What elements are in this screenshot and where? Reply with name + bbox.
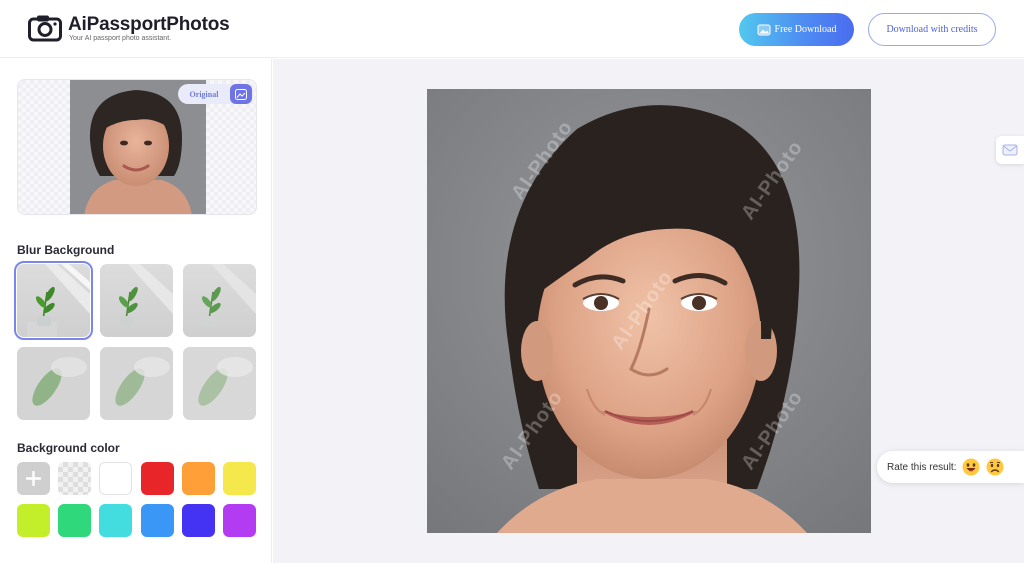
- happy-face-icon[interactable]: [962, 458, 980, 476]
- plus-icon: [26, 471, 41, 486]
- plant-thumbnail-icon: [118, 264, 173, 326]
- plant-thumbnail-icon: [27, 264, 90, 337]
- color-swatch-purple[interactable]: [223, 504, 256, 537]
- download-with-credits-button[interactable]: Download with credits: [868, 13, 996, 46]
- brand-tagline: Your AI passport photo assistant.: [69, 35, 172, 42]
- compare-icon[interactable]: [230, 84, 252, 104]
- color-swatch-indigo[interactable]: [182, 504, 215, 537]
- blur-option-3[interactable]: [183, 264, 256, 337]
- blur-option-4[interactable]: [17, 347, 90, 420]
- original-toggle-label: Original: [189, 89, 219, 99]
- image-download-icon: [757, 24, 771, 35]
- credits-label: Download with credits: [886, 24, 978, 35]
- plant-thumbnail-icon: [201, 264, 256, 326]
- photo-canvas-area: AI-Photo AI-Photo AI-Photo AI-Photo AI-P…: [273, 59, 1024, 563]
- add-custom-color-button[interactable]: [17, 462, 50, 495]
- free-download-label: Free Download: [774, 24, 837, 35]
- color-swatch-orange[interactable]: [182, 462, 215, 495]
- background-color-title: Background color: [17, 441, 120, 455]
- feedback-side-tab[interactable]: [996, 136, 1024, 164]
- plant-thumbnail-icon: [183, 347, 256, 420]
- passport-photo-preview: AI-Photo AI-Photo AI-Photo AI-Photo AI-P…: [427, 89, 871, 533]
- color-swatch-transparent[interactable]: [58, 462, 91, 495]
- sad-face-icon[interactable]: [986, 458, 1004, 476]
- color-swatch-lime[interactable]: [17, 504, 50, 537]
- plant-thumbnail-icon: [100, 347, 173, 420]
- rating-widget: Rate this result:: [877, 451, 1024, 483]
- brand-name: AiPassportPhotos: [68, 14, 230, 35]
- blur-option-6[interactable]: [183, 347, 256, 420]
- color-swatch-red[interactable]: [141, 462, 174, 495]
- original-preview-card: Original: [17, 79, 257, 215]
- blur-option-2[interactable]: [100, 264, 173, 337]
- top-bar: AiPassportPhotos Your AI passport photo …: [0, 0, 1024, 58]
- blur-option-1[interactable]: [14, 261, 93, 340]
- rating-label: Rate this result:: [887, 461, 957, 473]
- blur-option-5[interactable]: [100, 347, 173, 420]
- blur-background-title: Blur Background: [17, 243, 115, 257]
- editor-sidebar: Original Blur Background Background colo…: [0, 59, 272, 563]
- original-toggle[interactable]: Original: [178, 84, 254, 104]
- plant-thumbnail-icon: [17, 347, 90, 420]
- color-swatch-green[interactable]: [58, 504, 91, 537]
- mail-icon: [1002, 144, 1018, 156]
- color-swatch-white[interactable]: [99, 462, 132, 495]
- color-swatch-blue[interactable]: [141, 504, 174, 537]
- free-download-button[interactable]: Free Download: [739, 13, 854, 46]
- color-swatch-yellow[interactable]: [223, 462, 256, 495]
- color-swatch-cyan[interactable]: [99, 504, 132, 537]
- camera-logo-icon: [28, 15, 62, 42]
